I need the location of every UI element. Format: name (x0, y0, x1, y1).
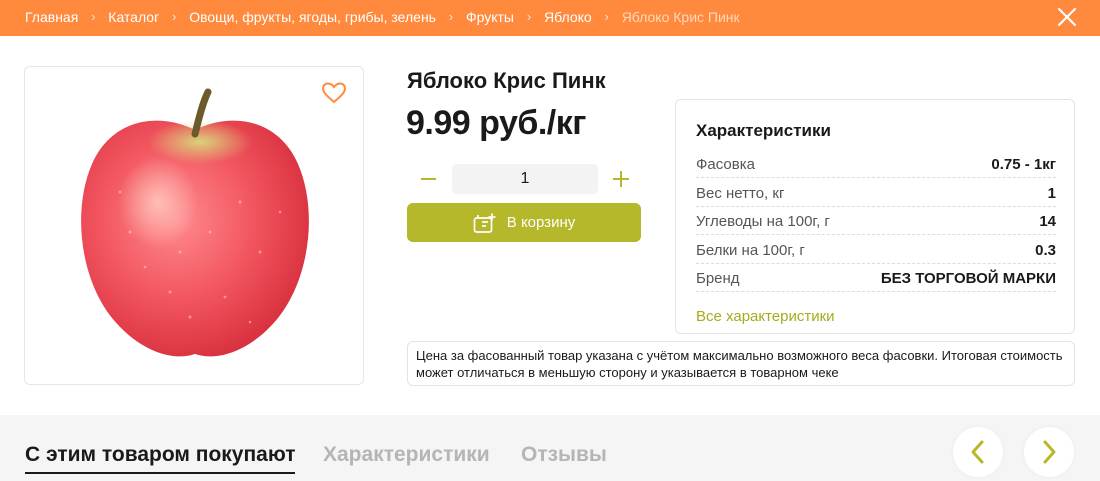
add-to-cart-button[interactable]: В корзину (407, 203, 641, 242)
spec-row: Вес нетто, кг 1 (696, 185, 1056, 207)
breadcrumb-catalog[interactable]: Каталог (108, 9, 159, 25)
tab-bought-together[interactable]: С этим товаром покупают (25, 443, 296, 467)
spec-label: Фасовка (696, 156, 755, 173)
spec-label: Углеводы на 100г, г (696, 213, 830, 230)
spec-value: 0.3 (1035, 242, 1056, 259)
breadcrumb-category[interactable]: Овощи, фрукты, ягоды, грибы, зелень (189, 9, 436, 25)
quantity-decrease-button[interactable] (409, 164, 445, 194)
tabs-section: С этим товаром покупают Характеристики О… (0, 415, 1100, 481)
close-button[interactable] (1056, 6, 1078, 28)
spec-row: Фасовка 0.75 - 1кг (696, 156, 1056, 178)
product-title: Яблоко Крис Пинк (407, 68, 606, 93)
carousel-next-button[interactable] (1024, 427, 1074, 477)
heart-icon (321, 82, 347, 104)
breadcrumb-fruits[interactable]: Фрукты (466, 9, 514, 25)
spec-row: Бренд БЕЗ ТОРГОВОЙ МАРКИ (696, 270, 1056, 292)
breadcrumb-apple[interactable]: Яблоко (544, 9, 592, 25)
breadcrumb-bar: Главная › Каталог › Овощи, фрукты, ягоды… (0, 0, 1100, 36)
spec-label: Белки на 100г, г (696, 242, 805, 259)
breadcrumb-current: Яблоко Крис Пинк (621, 8, 740, 25)
carousel-prev-button[interactable] (953, 427, 1003, 477)
spec-value: 14 (1039, 213, 1056, 230)
spec-row: Белки на 100г, г 0.3 (696, 242, 1056, 264)
spec-label: Вес нетто, кг (696, 185, 785, 202)
breadcrumb-home[interactable]: Главная (25, 9, 78, 25)
tab-characteristics[interactable]: Характеристики (323, 443, 490, 467)
breadcrumb: Главная › Каталог › Овощи, фрукты, ягоды… (25, 0, 740, 33)
favorite-button[interactable] (321, 81, 347, 105)
breadcrumb-separator: › (448, 9, 454, 24)
quantity-increase-button[interactable] (603, 164, 639, 194)
minus-icon (421, 178, 436, 180)
product-price: 9.99 руб./кг (406, 104, 586, 142)
characteristics-title: Характеристики (696, 121, 831, 140)
chevron-left-icon (971, 440, 984, 464)
spec-label: Бренд (696, 270, 740, 287)
quantity-stepper (407, 164, 641, 194)
tab-reviews[interactable]: Отзывы (521, 443, 607, 467)
chevron-right-icon (1043, 440, 1056, 464)
spec-value: 1 (1047, 185, 1056, 202)
cart-add-icon (473, 213, 496, 233)
product-image (81, 88, 309, 357)
active-tab-indicator (25, 472, 295, 474)
add-to-cart-label: В корзину (506, 214, 576, 231)
price-note: Цена за фасованный товар указана с учёто… (407, 341, 1075, 386)
close-icon (1057, 7, 1077, 27)
plus-icon (613, 171, 629, 187)
spec-row: Углеводы на 100г, г 14 (696, 213, 1056, 235)
product-image-card (24, 66, 364, 385)
breadcrumb-separator: › (91, 9, 96, 24)
quantity-input[interactable] (452, 164, 598, 194)
breadcrumb-separator: › (604, 9, 609, 24)
characteristics-card: Характеристики Фасовка 0.75 - 1кг Вес не… (675, 99, 1075, 334)
breadcrumb-separator: › (526, 9, 532, 24)
spec-value: 0.75 - 1кг (991, 156, 1056, 173)
spec-value: БЕЗ ТОРГОВОЙ МАРКИ (880, 270, 1056, 287)
breadcrumb-separator: › (172, 9, 177, 24)
all-characteristics-link[interactable]: Все характеристики (696, 308, 835, 325)
